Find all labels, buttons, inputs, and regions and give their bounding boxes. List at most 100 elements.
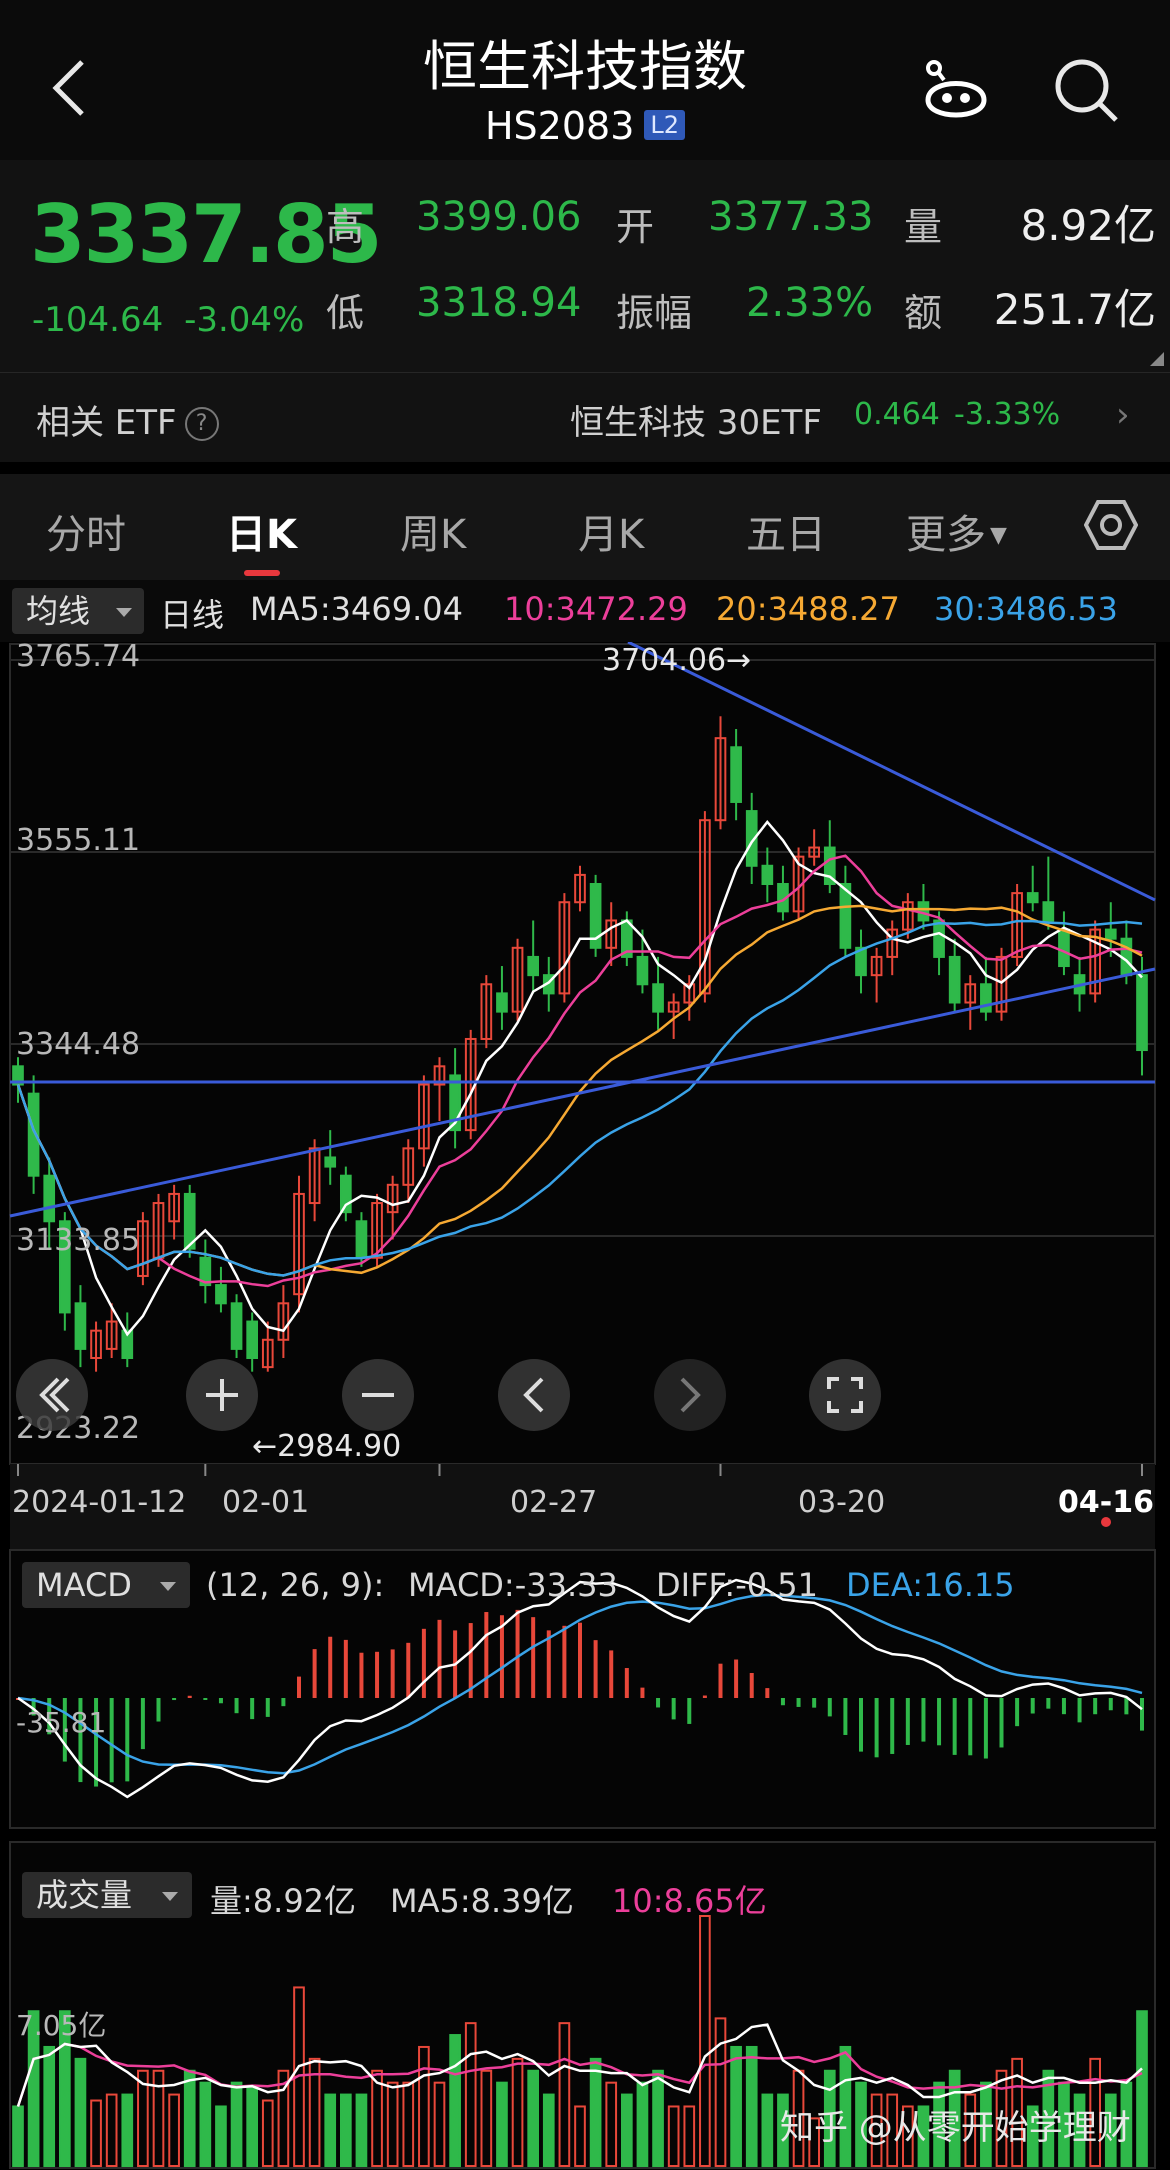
macd-bar [265, 1698, 270, 1717]
macd-bar [983, 1698, 988, 1759]
macd-bar [531, 1617, 536, 1698]
macd-bar [859, 1698, 863, 1752]
watermark: 知乎 @从零开始学理财 [780, 2108, 1131, 2148]
macd-bar [437, 1619, 442, 1698]
diff-value: DIFF:-0.51 [656, 1566, 818, 1604]
macd-bar [874, 1698, 879, 1758]
tab-more-label: 更多 [906, 512, 986, 558]
candle-body [948, 955, 961, 1004]
macd-selector[interactable]: MACD [22, 1562, 190, 1608]
zoom-in-button[interactable] [186, 1359, 258, 1431]
tab-daily[interactable]: 日K [226, 502, 297, 560]
related-etf-row[interactable]: 相关 ETF? 恒生科技 30ETF 0.464 -3.33% › [0, 372, 1170, 462]
macd-bar [952, 1698, 957, 1755]
x-label-0: 2024-01-12 [12, 1485, 186, 1520]
macd-bar [1015, 1698, 1020, 1727]
volume-selector[interactable]: 成交量 [22, 1872, 192, 1918]
macd-bar [406, 1642, 411, 1698]
change-value: -104.64 [32, 300, 164, 340]
volume-label: 量 [904, 205, 943, 249]
volume-bar [355, 2093, 368, 2167]
max-price-label: 3704.06→ [602, 643, 751, 678]
stock-code: HS2083 L2 [0, 104, 1170, 148]
scroll-start-button[interactable] [16, 1359, 88, 1431]
macd-bar [250, 1698, 255, 1720]
candle-body [1042, 901, 1055, 922]
volume-bar [449, 2034, 461, 2167]
volume-bar [542, 2093, 555, 2167]
volume-bar [230, 2081, 243, 2167]
volume-bar [324, 2093, 337, 2167]
volume-ma10: 10:8.65亿 [612, 1882, 767, 1920]
robot-assistant-icon[interactable] [920, 60, 992, 126]
volume-ma5: MA5:8.39亿 [390, 1882, 574, 1920]
y-label-top: 3765.74 [16, 642, 140, 674]
y-label-3: 3344.48 [16, 1027, 140, 1062]
macd-bar [515, 1609, 520, 1698]
latest-dot [1101, 1517, 1111, 1527]
low-label: 低 [326, 291, 365, 335]
volume-bar [43, 2045, 56, 2168]
candle-body [636, 955, 649, 986]
macd-bar [1030, 1698, 1035, 1714]
tab-intraday[interactable]: 分时 [46, 502, 126, 560]
zoom-out-button[interactable] [342, 1359, 414, 1431]
macd-bar [734, 1659, 739, 1698]
ma20-value: 20:3488.27 [716, 590, 900, 628]
chevron-right-icon[interactable]: › [1116, 395, 1130, 435]
help-icon[interactable]: ? [184, 407, 219, 441]
volume-bar [1136, 2010, 1148, 2167]
volume-selector-label: 成交量 [36, 1876, 133, 1914]
tab-weekly[interactable]: 周K [400, 502, 466, 560]
search-icon[interactable] [1054, 58, 1120, 124]
macd-bar [1140, 1698, 1144, 1731]
macd-bar [624, 1668, 629, 1698]
candle-body [1026, 892, 1039, 904]
indicator-selector-label: 均线 [26, 592, 91, 630]
candle-body [324, 1156, 337, 1168]
macd-bar [328, 1636, 333, 1698]
etf-change: -3.33% [954, 397, 1061, 432]
settings-icon[interactable] [1084, 498, 1138, 552]
tab-monthly[interactable]: 月K [578, 502, 644, 560]
macd-bar [1077, 1698, 1082, 1723]
volume-bar [215, 2105, 227, 2168]
period-label: 日线 [160, 596, 225, 634]
macd-y-label: -35.81 [16, 1706, 106, 1739]
volume-bar [589, 2057, 602, 2168]
macd-params: (12, 26, 9): [206, 1566, 385, 1604]
candle-body [527, 955, 540, 977]
macd-bar [937, 1698, 942, 1746]
volume-bar [183, 2069, 196, 2168]
quote-panel: 3337.85 -104.64 -3.04% 高 3399.06 开 3377.… [0, 160, 1170, 372]
x-label-4: 04-16 [1058, 1485, 1154, 1520]
kline-panel [9, 643, 1156, 1465]
macd-bar [109, 1698, 114, 1783]
candle-body [246, 1320, 259, 1360]
etf-label: 相关 ETF? [36, 395, 219, 444]
ma10-value: 10:3472.29 [504, 590, 688, 628]
candle-body [761, 864, 774, 886]
macd-bar [312, 1649, 317, 1698]
candle-body [74, 1302, 87, 1350]
candle-body [1104, 928, 1117, 940]
scroll-left-button[interactable] [498, 1359, 570, 1431]
macd-bar [812, 1698, 817, 1708]
macd-bar [780, 1698, 785, 1706]
indicator-selector[interactable]: 均线 [12, 588, 144, 634]
macd-bar [1046, 1698, 1051, 1709]
open-value: 3377.33 [708, 194, 874, 240]
macd-bar [1093, 1698, 1098, 1715]
open-label: 开 [616, 205, 655, 249]
tab-five-day[interactable]: 五日 [746, 502, 826, 560]
macd-bar [671, 1698, 676, 1720]
macd-bar [687, 1698, 692, 1724]
kline-chart[interactable]: 3765.74 3555.11 3344.48 3133.85 2923.22 … [0, 642, 1170, 2170]
scroll-right-button[interactable] [654, 1359, 726, 1431]
change-percent: -3.04% [184, 300, 305, 340]
tab-more[interactable]: 更多 ▼ [906, 502, 1007, 560]
x-label-2: 02-27 [510, 1485, 597, 1520]
macd-bar [905, 1698, 910, 1745]
fullscreen-button[interactable] [809, 1359, 881, 1431]
macd-value: MACD:-33.33 [408, 1566, 618, 1604]
